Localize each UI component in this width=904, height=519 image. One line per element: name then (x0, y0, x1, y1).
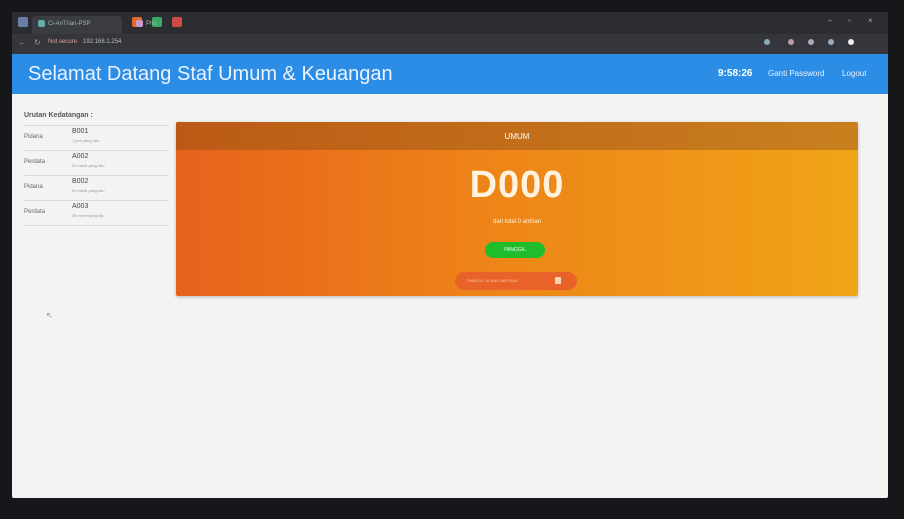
browser-tab[interactable]: Prin (130, 16, 220, 34)
logout-link[interactable]: Logout (842, 69, 866, 78)
extension-icon[interactable] (788, 39, 794, 45)
item-time: 50 menit yang lalu (72, 188, 105, 193)
screen: Ci-AnTrian-PSP Prin – ▫ × ← ↻ Not secure… (12, 12, 888, 498)
extension-icon[interactable] (828, 39, 834, 45)
search-icon[interactable] (764, 39, 770, 45)
window-menu-icon[interactable] (18, 17, 28, 27)
queue-category: UMUM (504, 132, 530, 141)
close-icon[interactable]: × (868, 16, 873, 25)
reload-icon[interactable]: ↻ (34, 38, 41, 47)
list-item: Perdata A002 53 menit yang lalu (24, 150, 169, 175)
queue-card-header: UMUM (176, 122, 858, 150)
item-location: Pidana (24, 184, 43, 190)
security-label: Not secure (48, 39, 78, 45)
app-header: Selamat Datang Staf Umum & Keuangan 9:58… (12, 54, 888, 94)
queue-number: D000 (469, 164, 565, 206)
list-item: Perdata A003 35 menit yang lalu (24, 200, 169, 226)
panel-title: Urutan Kedatangan : (24, 112, 93, 119)
mouse-cursor-icon: ↖ (46, 311, 53, 320)
tab-title: Prin (146, 21, 157, 28)
item-time: 35 menit yang lalu (72, 213, 105, 218)
item-location: Perdata (24, 159, 46, 165)
favicon-icon (38, 20, 45, 27)
back-icon[interactable]: ← (18, 38, 26, 47)
minimize-icon[interactable]: – (828, 16, 832, 25)
recall-label: PANGGIL ULANG ANTRIAN (467, 278, 518, 283)
clock: 9:58:26 (718, 68, 753, 79)
queue-card: UMUM D000 dari total 0 antrian PANGGIL P… (176, 122, 858, 296)
url-text: 192.168.1.254 (83, 39, 122, 45)
item-time: 53 menit yang lalu (72, 163, 105, 168)
favicon-icon (136, 20, 143, 27)
item-code: A002 (72, 153, 89, 160)
address-bar: ← ↻ Not secure 192.168.1.254 (12, 34, 888, 54)
extension-icon[interactable] (808, 39, 814, 45)
item-location: Pidana (24, 134, 43, 140)
browser-tab-active[interactable]: Ci-AnTrian-PSP (32, 16, 122, 34)
browser-tab-bar: Ci-AnTrian-PSP Prin – ▫ × (12, 12, 888, 34)
item-code: B001 (72, 128, 89, 135)
queue-total: dari total 0 antrian (492, 219, 542, 225)
page-title: Selamat Datang Staf Umum & Keuangan (28, 63, 393, 85)
change-password-link[interactable]: Ganti Password (768, 69, 824, 78)
maximize-icon[interactable]: ▫ (848, 16, 851, 25)
profile-icon[interactable] (848, 39, 854, 45)
item-code: B002 (72, 178, 89, 185)
recall-button[interactable]: PANGGIL ULANG ANTRIAN (455, 272, 577, 290)
item-code: A003 (72, 203, 89, 210)
tab-title: Ci-AnTrian-PSP (48, 21, 91, 28)
list-item: Pidana B001 1 jam yang lalu (24, 125, 169, 150)
arrival-order-panel: Urutan Kedatangan : Pidana B001 1 jam yan… (24, 112, 169, 226)
item-time: 1 jam yang lalu (72, 138, 99, 143)
item-location: Perdata (24, 209, 46, 215)
monitor-frame: Ci-AnTrian-PSP Prin – ▫ × ← ↻ Not secure… (0, 0, 904, 519)
call-button[interactable]: PANGGIL (485, 242, 545, 258)
url-field[interactable]: Not secure 192.168.1.254 (48, 39, 121, 45)
list-item: Pidana B002 50 menit yang lalu (24, 175, 169, 200)
trash-icon (555, 277, 561, 284)
